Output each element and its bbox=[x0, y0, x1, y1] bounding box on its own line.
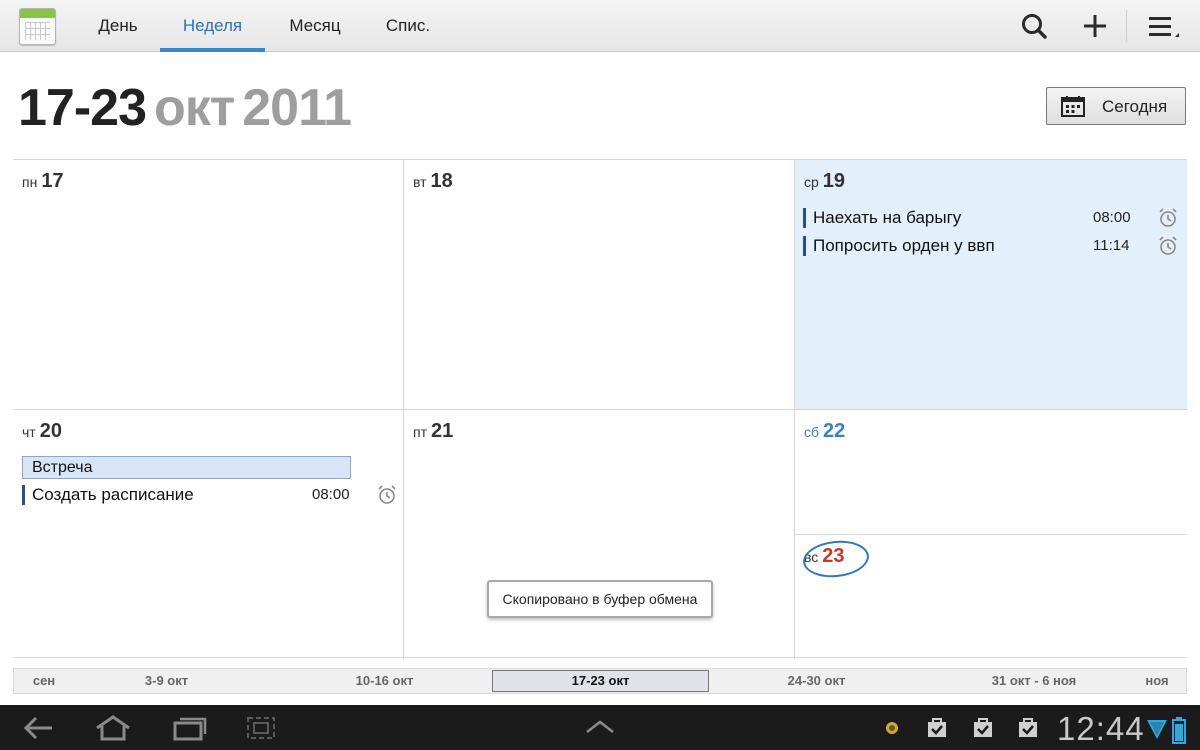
date-range: 17-23 bbox=[18, 79, 147, 137]
strip-item[interactable]: 31 окт - 6 ноя bbox=[969, 669, 1099, 693]
day-cell-sat[interactable]: сб 22 bbox=[795, 410, 1187, 534]
month-label: окт bbox=[154, 79, 235, 137]
today-button-label: Сегодня bbox=[1102, 97, 1168, 116]
day-header: ср 19 bbox=[804, 170, 846, 192]
status-clock: 12:44 bbox=[1057, 710, 1145, 747]
plus-icon bbox=[1084, 15, 1106, 37]
shop-bag-icon bbox=[974, 718, 992, 737]
event-time: 08:00 bbox=[1093, 209, 1131, 226]
alarm-icon bbox=[1159, 236, 1177, 255]
allday-event[interactable]: Встреча bbox=[22, 456, 351, 479]
today-button[interactable]: Сегодня bbox=[1046, 87, 1186, 125]
alarm-icon bbox=[1159, 208, 1177, 227]
tab-week[interactable]: Неделя bbox=[160, 0, 265, 52]
home-icon[interactable] bbox=[94, 714, 132, 742]
wifi-icon bbox=[1147, 720, 1167, 739]
strip-item[interactable]: 3-9 окт bbox=[114, 669, 219, 693]
page-title: 17-23 окт 2011 bbox=[18, 78, 352, 138]
notification-dot-icon bbox=[886, 722, 898, 734]
week-selector-strip: сен 3-9 окт 10-16 окт 17-23 окт 24-30 ок… bbox=[13, 668, 1187, 694]
day-cell-thu[interactable]: чт 20 Встреча Создать расписание 08:00 bbox=[13, 410, 404, 659]
battery-icon bbox=[1172, 717, 1186, 744]
calendar-icon bbox=[1061, 96, 1085, 117]
today-highlight-ring bbox=[801, 537, 871, 581]
strip-item[interactable]: ноя bbox=[1132, 669, 1182, 693]
search-button[interactable] bbox=[1014, 8, 1054, 44]
action-bar: День Неделя Месяц Спис. bbox=[0, 0, 1200, 52]
screenshot-icon[interactable] bbox=[246, 716, 276, 740]
event-item[interactable]: Создать расписание 08:00 bbox=[22, 484, 402, 506]
day-cell-tue[interactable]: вт 18 bbox=[404, 160, 795, 409]
strip-item-selected[interactable]: 17-23 окт bbox=[492, 670, 709, 692]
alarm-icon bbox=[378, 485, 396, 504]
chevron-up-icon[interactable] bbox=[584, 719, 616, 735]
divider bbox=[1126, 10, 1127, 42]
day-header: пт 21 bbox=[413, 420, 454, 442]
event-title: Создать расписание bbox=[32, 485, 194, 504]
search-icon bbox=[1022, 14, 1047, 39]
event-title: Попросить орден у ввп bbox=[813, 236, 995, 255]
day-header: сб 22 bbox=[804, 420, 846, 442]
overflow-menu-button[interactable] bbox=[1142, 8, 1182, 44]
event-time: 08:00 bbox=[312, 486, 350, 503]
tab-day[interactable]: День bbox=[80, 0, 156, 52]
day-cell-wed[interactable]: ср 19 Наехать на барыгу 08:00 Попросить о… bbox=[795, 160, 1187, 409]
tab-list[interactable]: Спис. bbox=[368, 0, 448, 52]
recent-apps-icon[interactable] bbox=[172, 714, 208, 742]
back-icon[interactable] bbox=[22, 715, 54, 741]
event-time: 11:14 bbox=[1093, 237, 1130, 254]
menu-icon bbox=[1149, 17, 1179, 37]
event-item[interactable]: Наехать на барыгу 08:00 bbox=[803, 207, 1183, 229]
day-header: пн 17 bbox=[22, 170, 64, 192]
allday-event-title: Встреча bbox=[32, 459, 93, 476]
event-title: Наехать на барыгу bbox=[813, 208, 962, 227]
strip-item[interactable]: сен bbox=[14, 669, 74, 693]
calendar-app-icon[interactable] bbox=[19, 8, 56, 45]
toast-message: Скопировано в буфер обмена bbox=[487, 580, 713, 618]
add-event-button[interactable] bbox=[1075, 8, 1115, 44]
day-cell-sun[interactable]: вс 23 bbox=[795, 535, 1187, 659]
year-label: 2011 bbox=[242, 79, 352, 137]
shop-bag-icon bbox=[928, 718, 946, 737]
strip-item[interactable]: 24-30 окт bbox=[764, 669, 869, 693]
day-header: вс 23 bbox=[801, 537, 871, 581]
system-bar: 12:44 bbox=[0, 705, 1200, 750]
day-cell-fri[interactable]: пт 21 bbox=[404, 410, 795, 659]
day-cell-mon[interactable]: пн 17 bbox=[13, 160, 404, 409]
day-header: вт 18 bbox=[413, 170, 453, 192]
strip-item[interactable]: 10-16 окт bbox=[332, 669, 437, 693]
event-item[interactable]: Попросить орден у ввп 11:14 bbox=[803, 235, 1183, 257]
shop-bag-icon bbox=[1019, 718, 1037, 737]
tab-month[interactable]: Месяц bbox=[272, 0, 358, 52]
day-header: чт 20 bbox=[22, 420, 62, 442]
